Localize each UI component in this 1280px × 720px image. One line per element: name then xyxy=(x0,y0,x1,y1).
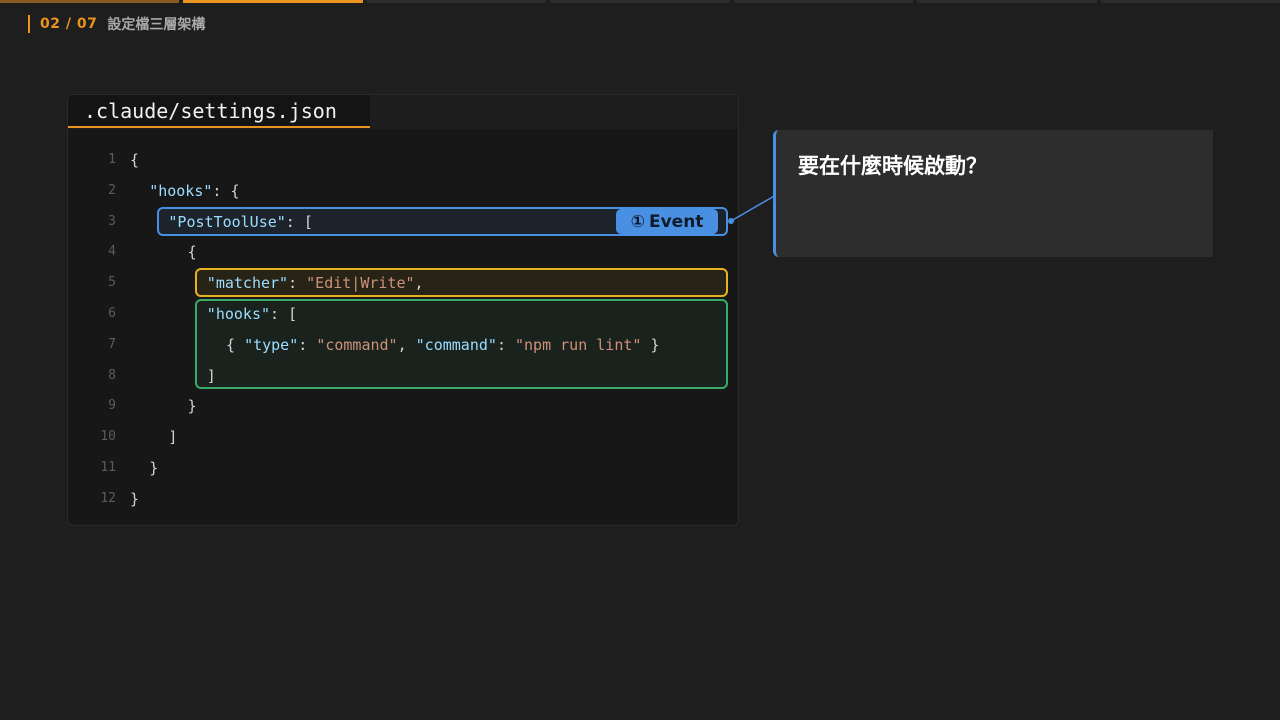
line-number: 4 xyxy=(108,244,116,260)
event-badge-label: Event xyxy=(648,211,704,232)
code-token: : xyxy=(298,335,317,354)
line-number: 8 xyxy=(108,367,116,383)
line-number: 11 xyxy=(100,460,116,475)
code-line: 4{ xyxy=(68,237,738,267)
callout-card: 要在什麼時候啟動？ xyxy=(773,130,1213,257)
code-token: } xyxy=(187,397,197,416)
code-token: , xyxy=(414,274,424,293)
code-token: } xyxy=(641,335,660,354)
code-text: ] xyxy=(168,422,177,452)
code-token: : xyxy=(288,274,307,293)
code-line: 8] xyxy=(68,361,738,391)
code-token: "command" xyxy=(316,335,398,354)
callout-title: 要在什麼時候啟動？ xyxy=(798,154,987,178)
code-line: 11} xyxy=(68,453,738,483)
code-token: "type" xyxy=(244,335,299,354)
line-number: 2 xyxy=(108,182,116,198)
line-number: 1 xyxy=(108,152,116,167)
progress-segment xyxy=(0,0,180,3)
code-text: "hooks": { xyxy=(149,176,239,206)
code-line: 10] xyxy=(68,422,738,452)
code-token: } xyxy=(130,489,140,508)
code-line: 9} xyxy=(68,391,738,421)
progress-segment xyxy=(550,0,730,3)
code-text: { xyxy=(188,237,197,267)
code-token: } xyxy=(149,459,159,477)
line-number: 7 xyxy=(108,336,116,352)
code-token: "Edit|Write" xyxy=(306,274,415,293)
code-text: } xyxy=(188,391,197,421)
progress-track xyxy=(0,0,1280,3)
code-text: { "type": "command", "command": "npm run… xyxy=(226,330,660,360)
code-text: } xyxy=(149,453,158,483)
code-line: 12} xyxy=(68,484,738,514)
progress-segment xyxy=(1100,0,1280,3)
slide-header: 02 / 07 設定檔三層架構 xyxy=(28,14,205,34)
line-number: 6 xyxy=(108,306,116,321)
slide-topic: 設定檔三層架構 xyxy=(107,17,206,33)
code-editor-panel: .claude/settings.json 1{2 "hooks": {3 "Pos… xyxy=(67,94,739,526)
code-token: "hooks" xyxy=(206,305,271,323)
code-text: { xyxy=(130,145,139,175)
file-tab[interactable]: .claude/settings.json xyxy=(68,95,370,128)
progress-segment xyxy=(917,0,1097,3)
code-token: : [ xyxy=(285,212,313,231)
code-line: 5 "matcher": "Edit|Write", xyxy=(68,268,738,298)
progress-segment xyxy=(366,0,547,3)
code-line: 6 "hooks": [ xyxy=(68,299,738,329)
code-token: "hooks" xyxy=(149,181,213,200)
code-token: "command" xyxy=(415,335,497,354)
code-text: "matcher": "Edit|Write", xyxy=(207,268,424,298)
code-token: "PostToolUse" xyxy=(168,212,286,231)
code-line: 7 { "type": "command", "command": "npm ru… xyxy=(68,330,738,360)
code-token: , xyxy=(397,335,416,354)
code-token: ] xyxy=(206,366,216,385)
editor-tab-bar: .claude/settings.json xyxy=(68,95,738,129)
code-token: ] xyxy=(168,428,178,447)
code-token: { xyxy=(187,243,197,262)
progress-segment xyxy=(733,0,914,3)
code-token: { xyxy=(130,151,140,169)
code-text: "PostToolUse": [ xyxy=(168,207,313,237)
code-text: ] xyxy=(207,361,216,391)
code-text: } xyxy=(130,484,139,514)
code-text: "hooks": [ xyxy=(207,299,297,329)
event-badge: ① Event xyxy=(616,209,718,234)
progress-segment xyxy=(183,0,363,3)
slide-counter: 02 / 07 xyxy=(40,16,98,32)
event-badge-number: ① xyxy=(630,211,645,232)
code-token: { xyxy=(226,335,245,354)
header-accent-bar xyxy=(28,15,30,33)
line-number: 9 xyxy=(108,398,116,414)
code-token: "npm run lint" xyxy=(515,335,642,354)
line-number: 3 xyxy=(108,213,116,229)
code-line: 1{ xyxy=(68,145,738,175)
code-token: : xyxy=(496,335,515,354)
line-number: 12 xyxy=(100,490,116,506)
code-token: "matcher" xyxy=(206,274,289,293)
code-token: : [ xyxy=(270,305,298,323)
code-token: : { xyxy=(212,181,240,200)
line-number: 10 xyxy=(100,429,116,445)
line-number: 5 xyxy=(108,275,116,291)
code-line: 2 "hooks": { xyxy=(68,176,738,206)
